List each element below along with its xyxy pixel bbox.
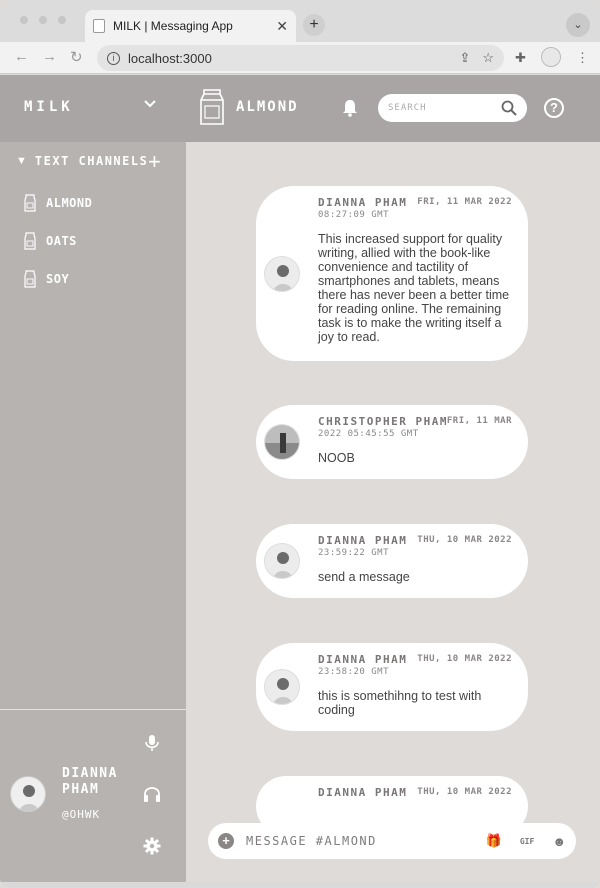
message-text: this is somethihng to test with coding: [318, 689, 482, 717]
user-photo: [19, 785, 39, 811]
message-bubble: DIANNA PHAM THU, 10 MAR 2022 23:58:20 GM…: [256, 643, 528, 731]
milk-carton-icon: [200, 89, 224, 125]
chevron-down-icon[interactable]: ▼: [16, 155, 27, 167]
browser-tab[interactable]: MILK | Messaging App ✕: [85, 10, 296, 42]
milk-app: MILK ALMOND SEARCH ? ▼ TEXT CHANNELS + A…: [0, 75, 600, 882]
tab-favicon-icon: [93, 19, 105, 33]
gear-icon[interactable]: [143, 837, 161, 855]
milk-carton-icon: [24, 194, 36, 212]
sidebar-item-soy[interactable]: SOY: [24, 270, 69, 288]
forward-icon[interactable]: →: [42, 48, 57, 65]
address-bar[interactable]: i localhost:3000 ⇪ ☆: [97, 45, 504, 71]
user-name: DIANNA PHAM: [62, 766, 118, 797]
message-author[interactable]: DIANNA PHAM: [318, 786, 407, 799]
message-bubble: DIANNA PHAM FRI, 11 MAR 2022 08:27:09 GM…: [256, 186, 528, 361]
emoji-icon[interactable]: ☻: [552, 834, 566, 849]
message-list: DIANNA PHAM FRI, 11 MAR 2022 08:27:09 GM…: [186, 142, 600, 882]
avatar[interactable]: [264, 256, 300, 292]
reload-icon[interactable]: ↻: [70, 48, 83, 66]
user-photo: [273, 552, 293, 578]
milk-carton-icon: [24, 270, 36, 288]
add-attachment-button[interactable]: +: [218, 833, 234, 849]
profile-avatar[interactable]: [541, 47, 561, 67]
channel-header: ALMOND SEARCH ?: [186, 75, 600, 142]
message-composer[interactable]: + MESSAGE #ALMOND 🎁 GIF ☻: [208, 823, 576, 859]
avatar[interactable]: [264, 424, 300, 460]
message-author[interactable]: DIANNA PHAM: [318, 534, 407, 547]
tab-title: MILK | Messaging App: [113, 19, 233, 33]
message-bubble: DIANNA PHAM THU, 10 MAR 2022 23:59:22 GM…: [256, 524, 528, 598]
tab-close-icon[interactable]: ✕: [276, 18, 288, 35]
message-time: 08:27:09 GMT: [318, 210, 390, 220]
avatar[interactable]: [264, 543, 300, 579]
help-button[interactable]: ?: [544, 98, 564, 118]
chevron-down-icon[interactable]: [144, 97, 156, 111]
avatar[interactable]: [264, 669, 300, 705]
user-photo: [273, 678, 293, 704]
user-photo: [265, 425, 299, 459]
user-handle: @OHWK: [62, 808, 101, 821]
message-date: THU, 10 MAR 2022: [417, 787, 512, 797]
workspace-name: MILK: [24, 99, 74, 115]
headphones-icon[interactable]: [143, 785, 161, 803]
message-author[interactable]: CHRISTOPHER PHAM: [318, 415, 448, 428]
bell-icon[interactable]: [342, 99, 358, 117]
avatar[interactable]: [10, 776, 46, 812]
new-tab-button[interactable]: +: [303, 14, 325, 36]
message-bubble: CHRISTOPHER PHAM FRI, 11 MAR 2022 05:45:…: [256, 405, 528, 479]
tab-strip: MILK | Messaging App ✕ + ⌄: [0, 0, 600, 42]
site-info-icon[interactable]: i: [107, 51, 120, 65]
search-icon[interactable]: [501, 100, 517, 116]
section-title: TEXT CHANNELS: [34, 154, 149, 168]
gif-button[interactable]: GIF: [520, 837, 534, 846]
message-text: NOOB: [318, 451, 355, 465]
milk-carton-icon: [24, 232, 36, 250]
message-time: 23:58:20 GMT: [318, 667, 390, 677]
browser-toolbar: ← → ↻ i localhost:3000 ⇪ ☆ ✚ ⋮: [0, 42, 600, 74]
message-date: FRI, 11 MAR 2022: [417, 197, 512, 207]
message-date: THU, 10 MAR 2022: [417, 654, 512, 664]
channel-title: ALMOND: [236, 99, 299, 115]
tab-search-button[interactable]: ⌄: [566, 13, 590, 37]
message-author[interactable]: DIANNA PHAM: [318, 653, 407, 666]
message-date: FRI, 11 MAR: [446, 416, 512, 426]
message-text: send a message: [318, 570, 410, 584]
microphone-icon[interactable]: [143, 734, 161, 752]
add-channel-button[interactable]: +: [148, 149, 161, 175]
message-time: 23:59:22 GMT: [318, 548, 390, 558]
search-input[interactable]: SEARCH: [388, 103, 501, 113]
search-box[interactable]: SEARCH: [378, 94, 527, 122]
message-author[interactable]: DIANNA PHAM: [318, 196, 407, 209]
channel-label: OATS: [46, 234, 77, 248]
sidebar-item-almond[interactable]: ALMOND: [24, 194, 92, 212]
workspace-header[interactable]: MILK: [0, 75, 186, 142]
back-icon[interactable]: ←: [14, 48, 29, 65]
message-date: THU, 10 MAR 2022: [417, 535, 512, 545]
share-icon[interactable]: ⇪: [459, 50, 470, 66]
channel-label: SOY: [46, 272, 70, 286]
message-input[interactable]: MESSAGE #ALMOND: [246, 834, 468, 848]
minimize-window-dot[interactable]: [39, 16, 47, 24]
extensions-icon[interactable]: ✚: [515, 50, 526, 66]
message-text: This increased support for quality writi…: [318, 232, 510, 344]
browser-menu-icon[interactable]: ⋮: [576, 50, 589, 66]
channel-label: ALMOND: [46, 196, 93, 210]
user-panel: DIANNA PHAM @OHWK: [0, 709, 186, 882]
maximize-window-dot[interactable]: [58, 16, 66, 24]
sidebar-item-oats[interactable]: OATS: [24, 232, 77, 250]
browser-window: MILK | Messaging App ✕ + ⌄ ← → ↻ i local…: [0, 0, 600, 888]
gift-icon[interactable]: 🎁: [486, 833, 502, 849]
address-url[interactable]: localhost:3000: [128, 51, 447, 66]
message-time: 2022 05:45:55 GMT: [318, 429, 419, 439]
close-window-dot[interactable]: [20, 16, 28, 24]
text-channels-header[interactable]: ▼ TEXT CHANNELS: [16, 154, 148, 168]
bookmark-star-icon[interactable]: ☆: [482, 50, 494, 66]
user-photo: [273, 265, 293, 291]
